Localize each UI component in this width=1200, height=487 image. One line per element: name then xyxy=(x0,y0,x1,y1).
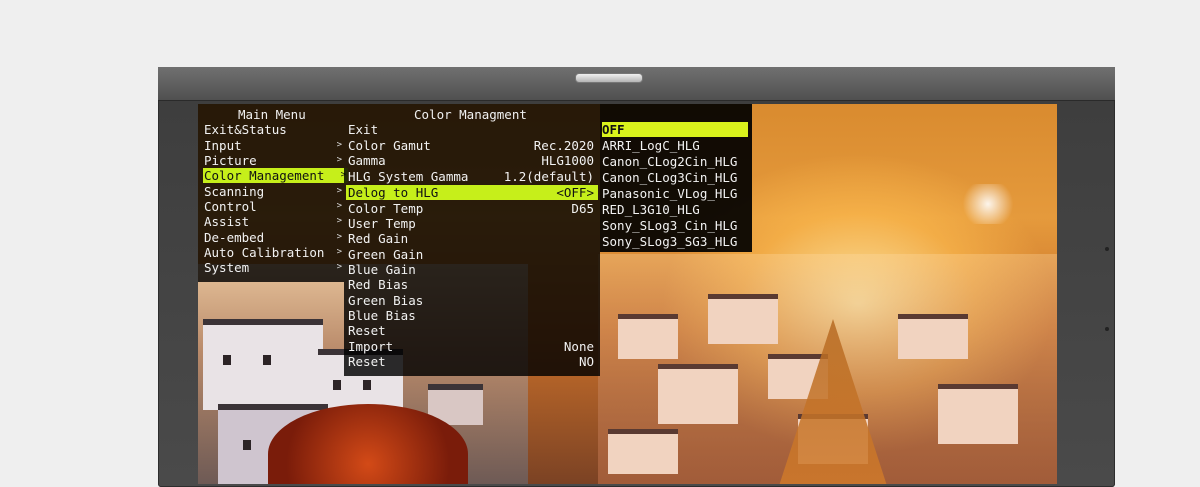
option-sony-slog3-cin-hlg[interactable]: Sony_SLog3_Cin_HLG xyxy=(602,218,748,233)
chevron-right-icon: > xyxy=(336,216,342,226)
menu-item-control[interactable]: Control > xyxy=(204,199,344,214)
value-text: 1.2(default) xyxy=(503,169,594,184)
submenu-item-user-temp[interactable]: User Temp xyxy=(348,216,598,231)
menu-item-input[interactable]: Input > xyxy=(204,138,344,153)
option-off[interactable]: OFF xyxy=(602,122,748,137)
option-panasonic-vlog-hlg[interactable]: Panasonic_VLog_HLG xyxy=(602,186,748,201)
chevron-right-icon: > xyxy=(336,140,342,150)
value-text: NO xyxy=(578,354,594,369)
menu-item-exit-status[interactable]: Exit&Status xyxy=(204,122,344,137)
submenu-item-green-gain[interactable]: Green Gain xyxy=(348,247,598,262)
monitor: Main Menu Exit&Status Input > Picture > Co… xyxy=(158,67,1115,487)
menu-item-picture[interactable]: Picture > xyxy=(204,153,344,168)
option-arri-logc-hlg[interactable]: ARRI_LogC_HLG xyxy=(602,138,748,153)
submenu-item-import[interactable]: Import None xyxy=(348,339,598,354)
submenu-item-red-bias[interactable]: Red Bias xyxy=(348,277,598,292)
submenu-item-color-gamut[interactable]: Color Gamut Rec.2020 xyxy=(348,138,598,153)
submenu-item-reset[interactable]: Reset xyxy=(348,323,598,338)
submenu-item-exit[interactable]: Exit xyxy=(348,122,598,137)
menu-item-system[interactable]: System > xyxy=(204,260,344,275)
submenu-item-blue-gain[interactable]: Blue Gain xyxy=(348,262,598,277)
option-red-l3g10-hlg[interactable]: RED_L3G10_HLG xyxy=(602,202,748,217)
menu-item-de-embed[interactable]: De-embed > xyxy=(204,230,344,245)
house xyxy=(203,319,323,410)
sun-flare xyxy=(958,184,1018,224)
main-menu-title: Main Menu xyxy=(238,107,306,122)
color-management-title: Color Managment xyxy=(414,107,527,122)
chevron-right-icon: > xyxy=(336,155,342,165)
submenu-item-hlg-system-gamma[interactable]: HLG System Gamma 1.2(default) xyxy=(348,169,598,184)
value-text: None xyxy=(563,339,594,354)
option-canon-clog3cin-hlg[interactable]: Canon_CLog3Cin_HLG xyxy=(602,170,748,185)
monitor-screen: Main Menu Exit&Status Input > Picture > Co… xyxy=(198,104,1057,484)
chevron-right-icon: > xyxy=(336,247,342,257)
chevron-right-icon: > xyxy=(336,262,342,272)
option-sony-slog3-sg3-hlg[interactable]: Sony_SLog3_SG3_HLG xyxy=(602,234,748,249)
monitor-top-bezel xyxy=(158,67,1115,101)
submenu-item-reset-2[interactable]: Reset NO xyxy=(348,354,598,369)
menu-item-assist[interactable]: Assist > xyxy=(204,214,344,229)
menu-item-auto-calibration[interactable]: Auto Calibration > xyxy=(204,245,344,260)
option-canon-clog2cin-hlg[interactable]: Canon_CLog2Cin_HLG xyxy=(602,154,748,169)
value-text: D65 xyxy=(571,201,594,216)
delog-options-panel: OFF ARRI_LogC_HLG Canon_CLog2Cin_HLG Can… xyxy=(600,104,752,252)
submenu-item-gamma[interactable]: Gamma HLG1000 xyxy=(348,153,598,168)
submenu-item-color-temp[interactable]: Color Temp D65 xyxy=(348,201,598,216)
chevron-right-icon: > xyxy=(336,186,342,196)
color-management-panel: Color Managment Exit Color Gamut Rec.2020… xyxy=(344,104,600,376)
ambient-sensor-icon xyxy=(575,73,643,83)
main-menu-panel: Main Menu Exit&Status Input > Picture > Co… xyxy=(198,104,348,282)
submenu-item-delog-to-hlg[interactable]: Delog to HLG <OFF> xyxy=(346,185,598,200)
side-button[interactable] xyxy=(1105,327,1109,331)
submenu-item-green-bias[interactable]: Green Bias xyxy=(348,293,598,308)
chevron-right-icon: > xyxy=(336,232,342,242)
value-text: HLG1000 xyxy=(541,153,594,168)
value-text: <OFF> xyxy=(556,185,594,200)
menu-item-scanning[interactable]: Scanning > xyxy=(204,184,344,199)
value-text: Rec.2020 xyxy=(533,138,594,153)
chevron-right-icon: > xyxy=(336,201,342,211)
side-button[interactable] xyxy=(1105,247,1109,251)
submenu-item-red-gain[interactable]: Red Gain xyxy=(348,231,598,246)
submenu-item-blue-bias[interactable]: Blue Bias xyxy=(348,308,598,323)
menu-item-color-management[interactable]: Color Management> xyxy=(203,168,348,183)
